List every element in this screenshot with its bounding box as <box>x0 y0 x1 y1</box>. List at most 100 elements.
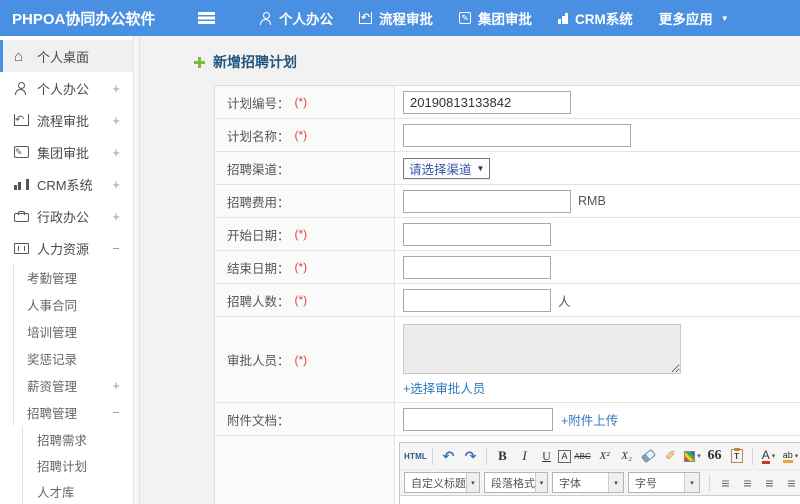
start-date-input[interactable] <box>403 222 551 246</box>
italic-button[interactable]: I <box>514 446 535 467</box>
highlight-color-button[interactable]: ab ▾ <box>780 446 800 467</box>
approvers-textarea[interactable] <box>403 324 681 374</box>
strikethrough-button[interactable]: ABC <box>572 446 593 467</box>
recruit-cost-input[interactable] <box>403 189 571 213</box>
clipboard-icon: T <box>730 448 743 463</box>
combo-label: 字号 <box>635 477 657 490</box>
font-size-combo[interactable]: 字号 ▾ <box>628 472 700 493</box>
sidebar-item-crm-system[interactable]: CRM系统 + <box>0 168 133 200</box>
form-label-text: 招聘渠道： <box>227 162 290 177</box>
nav-item-personal-office[interactable]: 个人办公 <box>259 8 333 28</box>
end-date-input[interactable] <box>403 255 551 279</box>
form-label: 招聘人数： (*) <box>215 284 395 316</box>
sidebar-item-talent-pool[interactable]: 人才库 <box>0 478 133 504</box>
undo-button[interactable]: ↶ <box>438 446 459 467</box>
sidebar-item-admin-office[interactable]: 行政办公 + <box>0 200 133 232</box>
nav-item-label: 流程审批 <box>379 12 433 27</box>
font-color-a: A <box>761 447 770 464</box>
home-icon: ⌂ <box>14 47 24 65</box>
required-mark: (*) <box>294 227 308 241</box>
editor-combos: 自定义标题 ▾ 段落格式 ▾ 字体 ▾ 字号 ▾ <box>404 472 704 493</box>
form-row-start-date: 开始日期： (*) <box>215 218 800 251</box>
align-center-button[interactable]: ≡ <box>737 472 758 493</box>
format-painter-button[interactable]: ✐ <box>660 446 681 467</box>
approvers-link[interactable]: +选择审批人员 <box>403 378 485 397</box>
align-left-button[interactable]: ≡ <box>715 472 736 493</box>
form-label-text: 开始日期： <box>227 228 290 243</box>
expand-plus-icon[interactable]: + <box>112 145 120 160</box>
expand-plus-icon[interactable]: + <box>112 113 120 128</box>
sidebar-item-attendance-mgmt[interactable]: 考勤管理 <box>0 264 133 291</box>
font-family-combo[interactable]: 字体 ▾ <box>552 472 624 493</box>
nav-item-group-approval[interactable]: ✎ 集团审批 <box>459 8 532 28</box>
sidebar-item-reward-records[interactable]: 奖惩记录 <box>0 345 133 372</box>
plan-number-input[interactable] <box>403 90 571 114</box>
sidebar-item-salary-mgmt[interactable]: 薪资管理 + <box>0 372 133 399</box>
nav-item-label: CRM系统 <box>575 12 633 27</box>
char-border-button[interactable]: A <box>558 449 572 463</box>
briefcase-icon <box>14 211 29 222</box>
editor-toolbar-row1: HTML ↶ ↷ B I U A ABC X² X₂ ✐ ▾ 66 T A ▾ … <box>400 443 800 469</box>
caret-down-icon: ▾ <box>684 473 699 492</box>
sidebar-item-label: 薪资管理 <box>27 380 78 394</box>
sidebar-item-group-approval[interactable]: ✎ 集团审批 + <box>0 136 133 168</box>
paste-button[interactable]: T <box>726 446 747 467</box>
caret-down-icon: ▾ <box>466 473 479 492</box>
remove-format-button[interactable] <box>638 446 659 467</box>
plan-name-input[interactable] <box>403 123 631 147</box>
sidebar-item-recruit-demand[interactable]: 招聘需求 <box>0 426 133 452</box>
sidebar-item-label: 招聘计划 <box>37 459 88 474</box>
recruit-channel-select[interactable]: 请选择渠道 ▼ <box>403 157 491 179</box>
form-row-plan-content: HTML ↶ ↷ B I U A ABC X² X₂ ✐ ▾ 66 T A ▾ … <box>215 436 800 504</box>
bold-button[interactable]: B <box>492 446 513 467</box>
form-label: 结束日期： (*) <box>215 251 395 283</box>
attachment-input[interactable] <box>403 407 553 431</box>
font-color-button[interactable]: A ▾ <box>758 446 779 467</box>
sidebar-item-hr-contract[interactable]: 人事合同 <box>0 291 133 318</box>
form-label: 计划编号： (*) <box>215 86 395 118</box>
required-mark: (*) <box>294 95 308 109</box>
sidebar-item-personal-office[interactable]: 个人办公 + <box>0 72 133 104</box>
underline-button[interactable]: U <box>536 446 557 467</box>
expand-plus-icon[interactable]: + <box>112 209 120 224</box>
color-palette-button[interactable]: ▾ <box>682 446 703 467</box>
custom-title-combo[interactable]: 自定义标题 ▾ <box>404 472 480 493</box>
expand-plus-icon[interactable]: + <box>112 81 120 96</box>
nav-item-workflow-approval[interactable]: ↶ 流程审批 <box>359 8 433 28</box>
collapse-minus-icon[interactable]: − <box>112 405 120 420</box>
hamburger-menu-icon[interactable] <box>198 12 215 24</box>
collapse-minus-icon[interactable]: − <box>112 241 120 256</box>
sidebar-item-recruit-plan[interactable]: 招聘计划 <box>0 452 133 478</box>
sidebar-item-recruitment-mgmt[interactable]: 招聘管理 − <box>0 399 133 426</box>
highlight-ab: ab <box>782 450 793 463</box>
recruit-count-input[interactable] <box>403 288 551 312</box>
form-label-text: 结束日期： <box>227 261 290 276</box>
editor-content-area[interactable] <box>400 496 800 504</box>
nav-item-crm-system[interactable]: CRM系统 <box>558 8 633 28</box>
expand-plus-icon[interactable]: + <box>112 177 120 192</box>
palette-icon <box>684 450 696 462</box>
edit-icon: ✎ <box>459 12 471 24</box>
redo-button[interactable]: ↷ <box>460 446 481 467</box>
form-value: 请选择渠道 ▼ <box>395 152 800 184</box>
nav-item-more-apps[interactable]: 更多应用 ▼ <box>659 8 729 28</box>
sidebar-item-human-resources[interactable]: 人力资源 − <box>0 232 133 264</box>
align-right-button[interactable]: ≡ <box>759 472 780 493</box>
superscript-button[interactable]: X² <box>594 446 615 467</box>
select-value: 请选择渠道 <box>409 162 472 177</box>
sidebar-item-workflow-approval[interactable]: ↶ 流程审批 + <box>0 104 133 136</box>
sidebar-item-training-mgmt[interactable]: 培训管理 <box>0 318 133 345</box>
subscript-button[interactable]: X₂ <box>616 446 637 467</box>
align-justify-button[interactable]: ≡ <box>781 472 800 493</box>
form-label: 招聘费用： <box>215 185 395 217</box>
paragraph-format-combo[interactable]: 段落格式 ▾ <box>484 472 548 493</box>
blockquote-button[interactable]: 66 <box>704 446 725 467</box>
attachment-link[interactable]: +附件上传 <box>561 410 618 429</box>
html-source-button[interactable]: HTML <box>404 446 427 467</box>
undo-icon: ↶ <box>359 11 372 24</box>
form-label: 开始日期： (*) <box>215 218 395 250</box>
page-title-text: 新增招聘计划 <box>213 54 297 70</box>
sidebar-item-personal-desktop[interactable]: ⌂ 个人桌面 <box>0 40 133 72</box>
main-content: 新增招聘计划 计划编号： (*) 计划名称： (*) 招聘渠道： 请选择渠道 ▼ 招聘费用： R… <box>140 36 800 504</box>
expand-plus-icon[interactable]: + <box>112 378 120 393</box>
